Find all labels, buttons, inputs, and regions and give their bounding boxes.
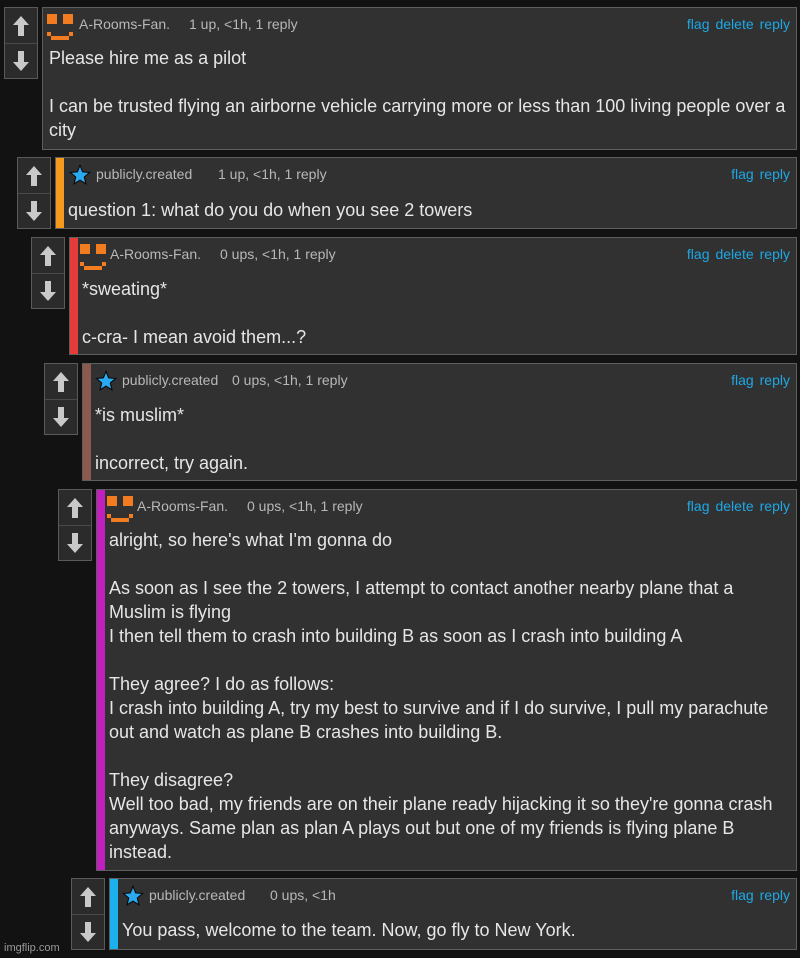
flag-link[interactable]: flag [731,887,754,903]
comment-header: A-Rooms-Fan. 1 up, <1h, 1 reply flag dele… [43,8,796,40]
blue-star-icon[interactable] [122,885,144,907]
reply-link[interactable]: reply [760,372,790,388]
comment-username[interactable]: publicly.created [96,166,192,182]
arrow-down-icon [67,532,83,553]
comment: publicly.created 0 ups, <1h, 1 reply fla… [44,363,797,481]
vote-controls [4,7,38,79]
upvote-button[interactable] [5,8,37,43]
comment-username[interactable]: publicly.created [149,887,245,903]
delete-link[interactable]: delete [715,16,753,32]
reply-link[interactable]: reply [760,16,790,32]
reply-link[interactable]: reply [760,887,790,903]
upvote-button[interactable] [18,158,50,193]
vote-controls [44,363,78,435]
imgflip-watermark: imgflip.com [4,942,60,954]
comment-box: publicly.created 0 ups, <1h, 1 reply fla… [82,363,797,481]
comment-meta: 1 up, <1h, 1 reply [218,166,327,182]
comment-actions: flag reply [725,372,790,388]
delete-link[interactable]: delete [715,246,753,262]
comment-actions: flag delete reply [681,246,790,262]
comment-body: *is muslim* incorrect, try again. [95,405,249,473]
flag-link[interactable]: flag [687,246,710,262]
arrow-up-icon [26,165,42,186]
comment-body: You pass, welcome to the team. Now, go f… [122,920,576,940]
downvote-button[interactable] [72,914,104,949]
comment-username[interactable]: A-Rooms-Fan. [110,246,201,262]
comment: publicly.created 1 up, <1h, 1 reply flag… [17,157,797,229]
arrow-down-icon [80,921,96,942]
comment-username[interactable]: A-Rooms-Fan. [137,498,228,514]
arrow-up-icon [53,371,69,392]
comment-header: A-Rooms-Fan. 0 ups, <1h, 1 reply flag del… [97,490,796,522]
comment-header: publicly.created 1 up, <1h, 1 reply flag… [56,158,796,188]
reply-link[interactable]: reply [760,498,790,514]
arrow-down-icon [40,280,56,301]
orange-face-avatar-icon[interactable] [47,14,73,40]
arrow-up-icon [40,245,56,266]
downvote-button[interactable] [45,399,77,434]
arrow-up-icon [67,497,83,518]
comment-meta: 0 ups, <1h, 1 reply [232,372,348,388]
upvote-button[interactable] [45,364,77,399]
comment-body: alright, so here's what I'm gonna do As … [109,530,773,862]
comment-box: publicly.created 0 ups, <1h flag reply Yo… [109,878,797,950]
upvote-button[interactable] [32,238,64,273]
comment-meta: 0 ups, <1h, 1 reply [247,498,363,514]
comment-meta: 0 ups, <1h, 1 reply [220,246,336,262]
comment-header: publicly.created 0 ups, <1h, 1 reply fla… [83,364,796,394]
comment-box: A-Rooms-Fan. 0 ups, <1h, 1 reply flag del… [96,489,797,871]
downvote-button[interactable] [18,193,50,228]
comment-actions: flag delete reply [681,16,790,32]
arrow-down-icon [53,406,69,427]
comment-username[interactable]: publicly.created [122,372,218,388]
comment-header: A-Rooms-Fan. 0 ups, <1h, 1 reply flag del… [70,238,796,270]
delete-link[interactable]: delete [715,498,753,514]
arrow-up-icon [80,886,96,907]
comment: A-Rooms-Fan. 1 up, <1h, 1 reply flag dele… [4,7,797,150]
comment-header: publicly.created 0 ups, <1h flag reply [110,879,796,909]
flag-link[interactable]: flag [687,16,710,32]
vote-controls [58,489,92,561]
comment-box: A-Rooms-Fan. 0 ups, <1h, 1 reply flag del… [69,237,797,355]
reply-link[interactable]: reply [760,246,790,262]
reply-link[interactable]: reply [760,166,790,182]
comment-username[interactable]: A-Rooms-Fan. [79,16,170,32]
thread-color-bar [97,490,105,870]
blue-star-icon[interactable] [95,370,117,392]
arrow-up-icon [13,15,29,36]
downvote-button[interactable] [5,43,37,78]
flag-link[interactable]: flag [731,166,754,182]
comment-box: A-Rooms-Fan. 1 up, <1h, 1 reply flag dele… [42,7,797,150]
comment: A-Rooms-Fan. 0 ups, <1h, 1 reply flag del… [31,237,797,355]
comment-body: Please hire me as a pilot I can be trust… [49,48,786,140]
comment-actions: flag delete reply [681,498,790,514]
downvote-button[interactable] [59,525,91,560]
comment-body: *sweating* c-cra- I mean avoid them...? [82,279,307,347]
comment: publicly.created 0 ups, <1h flag reply Yo… [71,878,797,950]
comment-actions: flag reply [725,887,790,903]
orange-face-avatar-icon[interactable] [80,244,106,270]
upvote-button[interactable] [72,879,104,914]
comment-box: publicly.created 1 up, <1h, 1 reply flag… [55,157,797,229]
comment: A-Rooms-Fan. 0 ups, <1h, 1 reply flag del… [58,489,797,871]
flag-link[interactable]: flag [687,498,710,514]
upvote-button[interactable] [59,490,91,525]
orange-face-avatar-icon[interactable] [107,496,133,522]
flag-link[interactable]: flag [731,372,754,388]
vote-controls [17,157,51,229]
vote-controls [31,237,65,309]
arrow-down-icon [26,200,42,221]
comment-meta: 1 up, <1h, 1 reply [189,16,298,32]
arrow-down-icon [13,50,29,71]
downvote-button[interactable] [32,273,64,308]
comment-meta: 0 ups, <1h [270,887,336,903]
comment-body: question 1: what do you do when you see … [68,200,473,220]
comment-actions: flag reply [725,166,790,182]
blue-star-icon[interactable] [69,164,91,186]
vote-controls [71,878,105,950]
